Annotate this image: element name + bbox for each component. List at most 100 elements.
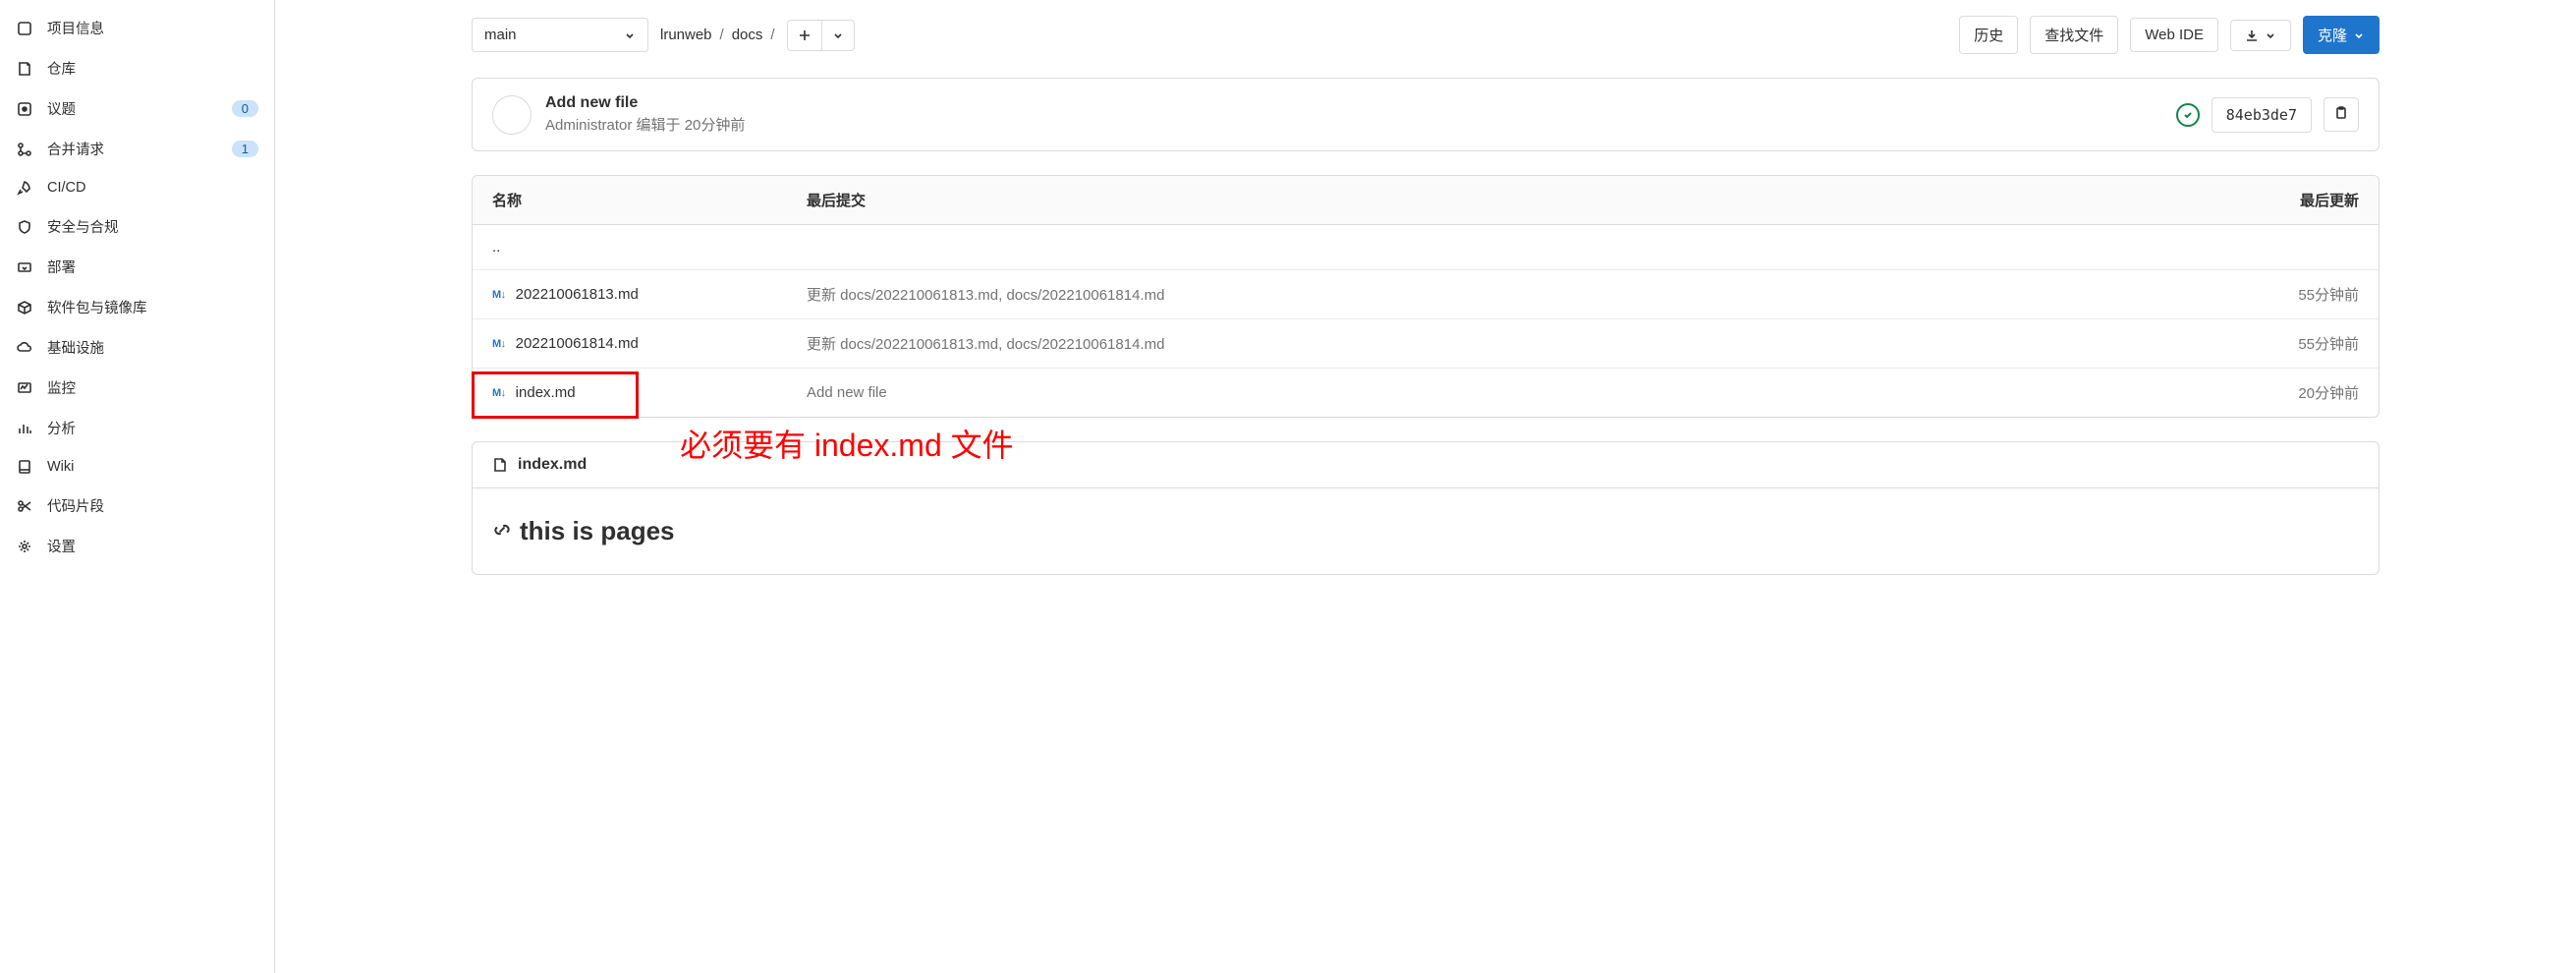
repo-icon bbox=[16, 60, 33, 78]
download-icon bbox=[2245, 29, 2259, 42]
markdown-icon: M↓ bbox=[492, 387, 506, 399]
sidebar-item-wiki[interactable]: Wiki bbox=[0, 448, 274, 486]
branch-selector[interactable]: main bbox=[472, 18, 648, 52]
file-name: 202210061814.md bbox=[516, 335, 639, 352]
rocket-icon bbox=[16, 179, 33, 197]
scissors-icon bbox=[16, 497, 33, 515]
table-row[interactable]: M↓ index.md Add new file 20分钟前 bbox=[473, 369, 2379, 417]
issues-badge: 0 bbox=[232, 100, 258, 117]
table-header: 名称 最后提交 最后更新 bbox=[473, 176, 2379, 225]
sidebar-item-settings[interactable]: 设置 bbox=[0, 526, 274, 566]
chevron-down-icon bbox=[822, 22, 854, 49]
last-commit-box: Add new file Administrator 编辑于 20分钟前 84e… bbox=[472, 78, 2380, 151]
file-name: 202210061813.md bbox=[516, 286, 639, 303]
file-commit-msg: 更新 docs/202210061813.md, docs/2022100618… bbox=[807, 284, 2221, 305]
chart-icon bbox=[16, 420, 33, 437]
readme-heading: this is pages bbox=[520, 516, 675, 546]
sidebar-label: 基础设施 bbox=[47, 337, 258, 358]
readme-filename: index.md bbox=[518, 456, 587, 474]
sidebar-label: 代码片段 bbox=[47, 495, 258, 516]
commit-meta: Administrator 编辑于 20分钟前 bbox=[545, 114, 745, 135]
file-time: 55分钟前 bbox=[2221, 333, 2359, 354]
commit-message[interactable]: Add new file bbox=[545, 94, 745, 112]
pipeline-status-icon[interactable] bbox=[2176, 103, 2200, 127]
web-ide-button[interactable]: Web IDE bbox=[2130, 18, 2218, 52]
download-button[interactable] bbox=[2230, 20, 2291, 51]
breadcrumb-sep: / bbox=[720, 27, 724, 43]
chevron-down-icon bbox=[2265, 29, 2276, 41]
gear-icon bbox=[16, 538, 33, 555]
sidebar-item-snippets[interactable]: 代码片段 bbox=[0, 486, 274, 526]
project-icon bbox=[16, 20, 33, 37]
document-icon bbox=[492, 457, 508, 473]
sidebar-item-infra[interactable]: 基础设施 bbox=[0, 327, 274, 368]
sidebar-item-packages[interactable]: 软件包与镜像库 bbox=[0, 287, 274, 327]
sidebar-item-project-info[interactable]: 项目信息 bbox=[0, 8, 274, 48]
file-commit-msg: Add new file bbox=[807, 384, 2221, 401]
markdown-icon: M↓ bbox=[492, 338, 506, 350]
clone-label: 克隆 bbox=[2318, 25, 2347, 45]
table-row[interactable]: M↓ 202210061813.md 更新 docs/202210061813.… bbox=[473, 270, 2379, 319]
clipboard-icon bbox=[2334, 106, 2348, 120]
file-time: 20分钟前 bbox=[2221, 382, 2359, 403]
file-table: 名称 最后提交 最后更新 .. M↓ 202210061813.md 更新 do… bbox=[472, 175, 2380, 418]
breadcrumb-root[interactable]: lrunweb bbox=[660, 27, 712, 43]
sidebar-label: 合并请求 bbox=[47, 139, 232, 159]
sidebar-item-monitor[interactable]: 监控 bbox=[0, 368, 274, 408]
avatar[interactable] bbox=[492, 95, 532, 135]
sidebar-label: 分析 bbox=[47, 418, 258, 438]
package-icon bbox=[16, 299, 33, 316]
commit-info: Add new file Administrator 编辑于 20分钟前 bbox=[545, 94, 745, 135]
chevron-down-icon bbox=[2353, 29, 2365, 41]
main-content: main lrunweb / docs / 历史 查找文件 Web IDE 克隆… bbox=[275, 0, 2576, 973]
sidebar-item-issues[interactable]: 议题 0 bbox=[0, 88, 274, 129]
sidebar-label: 项目信息 bbox=[47, 18, 258, 38]
history-button[interactable]: 历史 bbox=[1959, 16, 2018, 54]
table-row[interactable]: M↓ 202210061814.md 更新 docs/202210061813.… bbox=[473, 319, 2379, 369]
toolbar: main lrunweb / docs / 历史 查找文件 Web IDE 克隆 bbox=[472, 16, 2380, 54]
sidebar-item-analytics[interactable]: 分析 bbox=[0, 408, 274, 448]
commit-author[interactable]: Administrator bbox=[545, 117, 632, 134]
link-icon[interactable] bbox=[492, 516, 512, 546]
copy-sha-button[interactable] bbox=[2324, 97, 2359, 132]
breadcrumb-folder[interactable]: docs bbox=[732, 27, 763, 43]
file-time: 55分钟前 bbox=[2221, 284, 2359, 305]
col-time-header: 最后更新 bbox=[2221, 190, 2359, 210]
col-name-header: 名称 bbox=[492, 190, 807, 210]
monitor-icon bbox=[16, 379, 33, 397]
parent-dir-row[interactable]: .. bbox=[473, 225, 2379, 270]
readme-panel: index.md this is pages bbox=[472, 441, 2380, 575]
sidebar-label: 仓库 bbox=[47, 58, 258, 79]
sidebar-item-security[interactable]: 安全与合规 bbox=[0, 206, 274, 247]
sidebar-item-repo[interactable]: 仓库 bbox=[0, 48, 274, 88]
sidebar-label: 监控 bbox=[47, 377, 258, 398]
commit-sha[interactable]: 84eb3de7 bbox=[2212, 97, 2312, 133]
readme-header: index.md bbox=[473, 442, 2379, 488]
chevron-down-icon bbox=[624, 29, 636, 41]
issues-icon bbox=[16, 100, 33, 118]
branch-name: main bbox=[484, 27, 517, 43]
breadcrumb-sep: / bbox=[770, 27, 774, 43]
sidebar-label: Wiki bbox=[47, 459, 258, 475]
sidebar-item-cicd[interactable]: CI/CD bbox=[0, 169, 274, 206]
sidebar-label: 软件包与镜像库 bbox=[47, 297, 258, 317]
col-commit-header: 最后提交 bbox=[807, 190, 2221, 210]
readme-content: this is pages bbox=[473, 488, 2379, 574]
sidebar-item-deploy[interactable]: 部署 bbox=[0, 247, 274, 287]
cloud-icon bbox=[16, 339, 33, 357]
shield-icon bbox=[16, 218, 33, 236]
deploy-icon bbox=[16, 258, 33, 276]
commit-time: 20分钟前 bbox=[685, 117, 746, 134]
file-name: index.md bbox=[516, 384, 576, 401]
clone-button[interactable]: 克隆 bbox=[2303, 16, 2380, 54]
add-button[interactable] bbox=[787, 20, 855, 51]
sidebar-label: 部署 bbox=[47, 257, 258, 277]
sidebar-label: 设置 bbox=[47, 536, 258, 556]
merge-icon bbox=[16, 141, 33, 158]
sidebar-label: 安全与合规 bbox=[47, 216, 258, 237]
merge-badge: 1 bbox=[232, 141, 258, 157]
plus-icon bbox=[788, 21, 822, 50]
file-commit-msg: 更新 docs/202210061813.md, docs/2022100618… bbox=[807, 333, 2221, 354]
sidebar-item-merge[interactable]: 合并请求 1 bbox=[0, 129, 274, 169]
find-file-button[interactable]: 查找文件 bbox=[2030, 16, 2118, 54]
